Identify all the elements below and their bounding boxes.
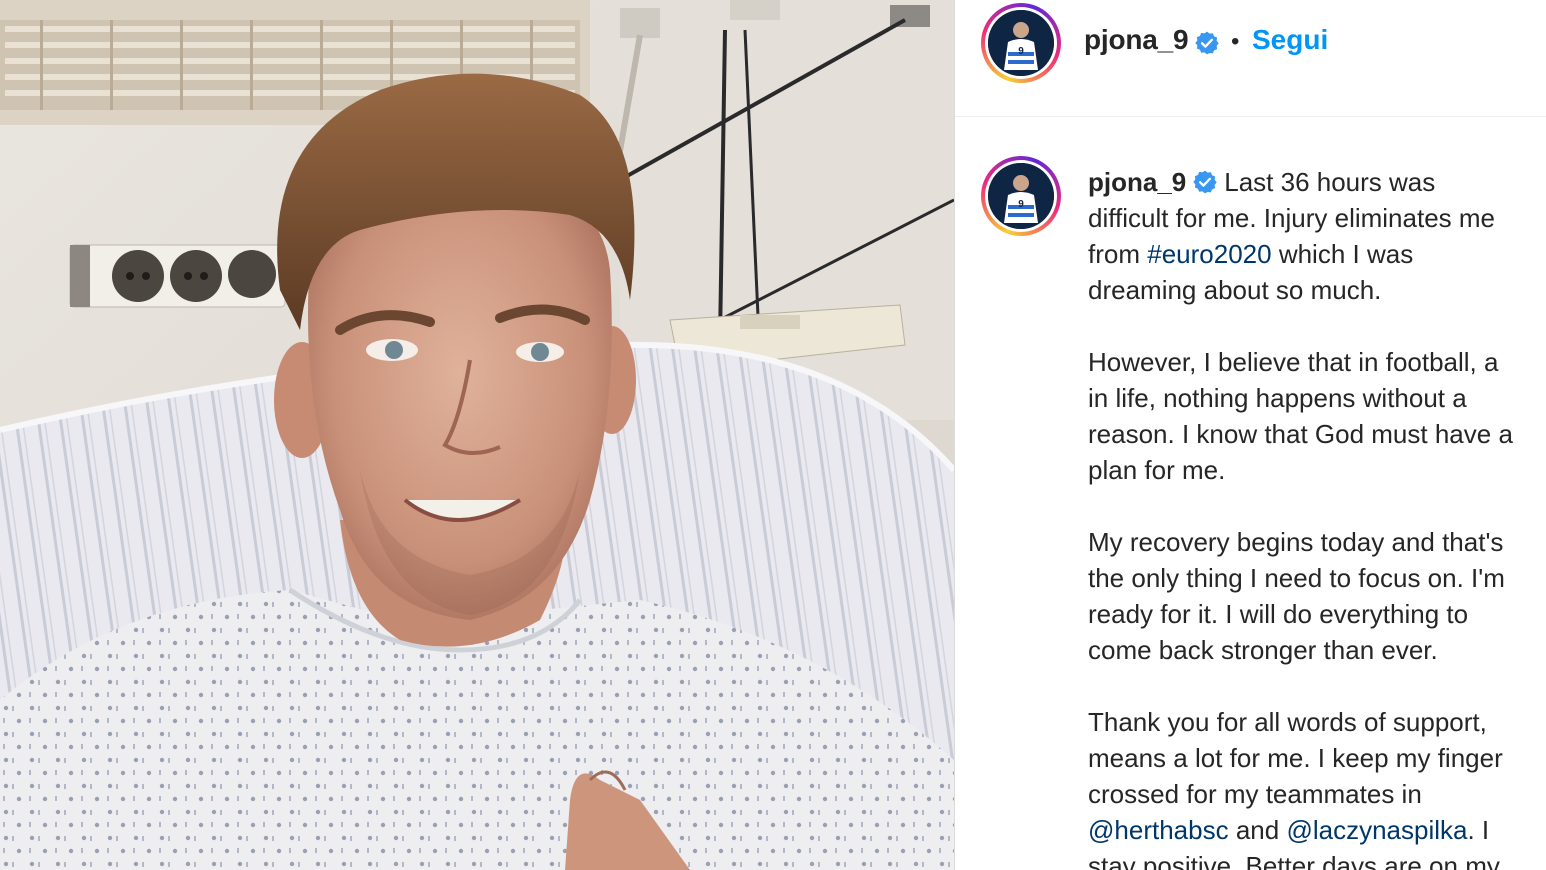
caption-line: pjona_9 Last 36 hours was [1088, 164, 1546, 200]
caption-line: dreaming about so much. [1088, 275, 1382, 305]
caption-line: means a lot for me. I keep my finger [1088, 743, 1503, 773]
caption-text: . I [1467, 815, 1490, 845]
post-photo[interactable] [0, 0, 954, 870]
caption-line: from #euro2020 which I was [1088, 236, 1546, 272]
mention-herthabsc-link[interactable]: @herthabsc [1088, 815, 1229, 845]
avatar-image: 9 [988, 163, 1054, 229]
caption-line: @herthabsc and @laczynaspilka. I [1088, 812, 1546, 848]
post-caption: pjona_9 Last 36 hours was difficult for m… [1088, 164, 1546, 870]
hospital-selfie-image [0, 0, 954, 870]
caption-line: However, I believe that in football, a [1088, 347, 1499, 377]
verified-badge-icon [1193, 170, 1217, 194]
caption-line: ready for it. I will do everything to [1088, 599, 1469, 629]
mention-laczynaspilka-link[interactable]: @laczynaspilka [1286, 815, 1467, 845]
caption-text: and [1235, 815, 1280, 845]
caption-line: Thank you for all words of support, [1088, 707, 1487, 737]
caption-avatar[interactable]: 9 [981, 156, 1061, 236]
profile-avatar[interactable]: 9 [981, 3, 1061, 83]
caption-line: My recovery begins today and that's [1088, 527, 1504, 557]
avatar-image: 9 [988, 10, 1054, 76]
post-sidebar: 9 pjona_9 • Segui 9 pjona_9 Last 36 hour… [954, 0, 1546, 870]
instagram-post-view: 9 pjona_9 • Segui 9 pjona_9 Last 36 hour… [0, 0, 1546, 870]
caption-line: in life, nothing happens without a [1088, 383, 1467, 413]
caption-text: which I was [1278, 239, 1414, 269]
hashtag-euro2020-link[interactable]: #euro2020 [1147, 239, 1271, 269]
caption-username[interactable]: pjona_9 [1088, 167, 1186, 197]
svg-text:9: 9 [1018, 46, 1024, 57]
caption-line: plan for me. [1088, 455, 1226, 485]
caption-line: difficult for me. Injury eliminates me [1088, 203, 1495, 233]
caption-text: from [1088, 239, 1140, 269]
caption-line: the only thing I need to focus on. I'm [1088, 563, 1505, 593]
caption-line: reason. I know that God must have a [1088, 419, 1513, 449]
separator-dot: • [1231, 28, 1240, 55]
svg-text:9: 9 [1018, 199, 1024, 210]
verified-badge-icon [1195, 31, 1219, 55]
post-header: 9 pjona_9 • Segui [955, 0, 1546, 117]
caption-text: Last 36 hours was [1224, 167, 1436, 197]
header-username[interactable]: pjona_9 [1084, 24, 1189, 56]
caption-line: crossed for my teammates in [1088, 779, 1422, 809]
caption-line: come back stronger than ever. [1088, 635, 1438, 665]
follow-button[interactable]: Segui [1252, 24, 1328, 56]
caption-line: stay positive. Better days are on my [1088, 851, 1500, 870]
